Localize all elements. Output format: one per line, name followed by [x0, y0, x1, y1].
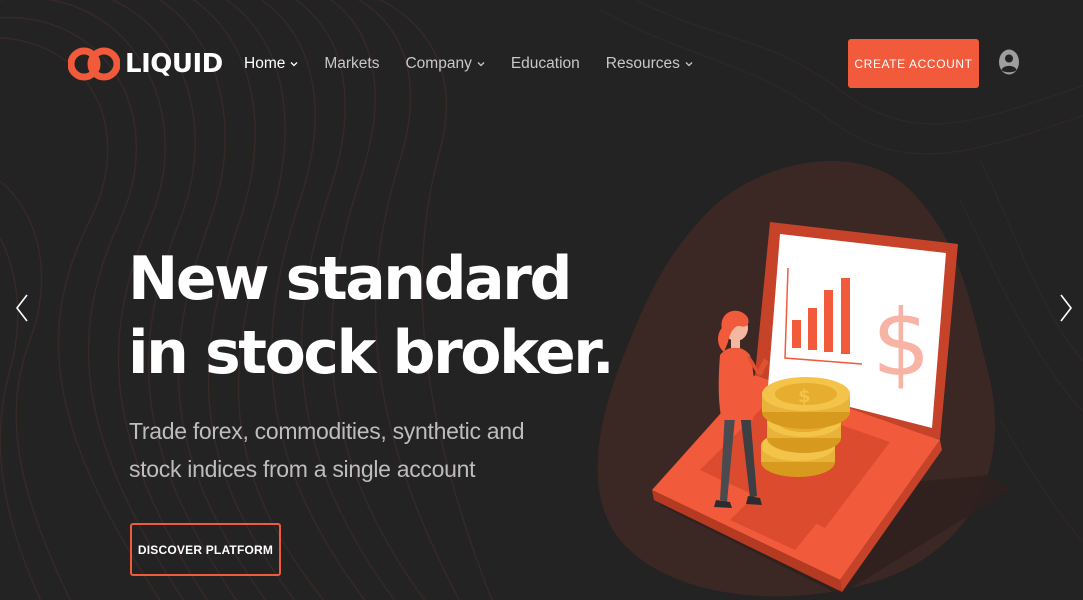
screen-dollar-sign: $ [872, 290, 931, 397]
chevron-down-icon [685, 62, 693, 67]
chevron-down-icon [290, 62, 298, 67]
laptop-trading-illustration: $ $ [597, 161, 1010, 597]
chevron-down-icon [477, 62, 485, 67]
hero-headline: New standard in stock broker. [128, 242, 615, 390]
nav-item-home[interactable]: Home [244, 55, 298, 73]
nav-item-resources[interactable]: Resources [606, 55, 693, 73]
infinity-logo-icon [68, 47, 120, 81]
chevron-right-icon[interactable] [1058, 292, 1074, 324]
hero-headline-line-2: in stock broker. [128, 318, 615, 388]
nav-item-label: Markets [324, 55, 380, 72]
nav-item-label: Company [405, 55, 472, 72]
nav-item-label: Resources [605, 55, 680, 72]
discover-platform-button[interactable]: DISCOVER PLATFORM [130, 523, 281, 576]
hero-headline-line-1: New standard [128, 244, 572, 314]
nav-item-education[interactable]: Education [511, 55, 580, 73]
brand-logo[interactable]: LIQUID [68, 44, 223, 84]
chevron-left-icon[interactable] [14, 292, 30, 324]
brand-name: LIQUID [125, 49, 223, 79]
nav-item-label: Education [510, 55, 580, 72]
nav-item-label: Home [244, 55, 286, 72]
main-nav: Home Markets Company Education Resources [244, 52, 719, 76]
nav-item-company[interactable]: Company [405, 55, 485, 73]
create-account-button[interactable]: CREATE ACCOUNT [848, 39, 979, 88]
user-circle-icon[interactable] [998, 48, 1020, 76]
hero-subtitle: Trade forex, commodities, synthetic and … [129, 418, 525, 482]
landing-page: LIQUID Home Markets Company Education Re… [0, 0, 1083, 600]
coin-dollar-sign: $ [798, 386, 811, 407]
nav-item-markets[interactable]: Markets [324, 55, 379, 73]
